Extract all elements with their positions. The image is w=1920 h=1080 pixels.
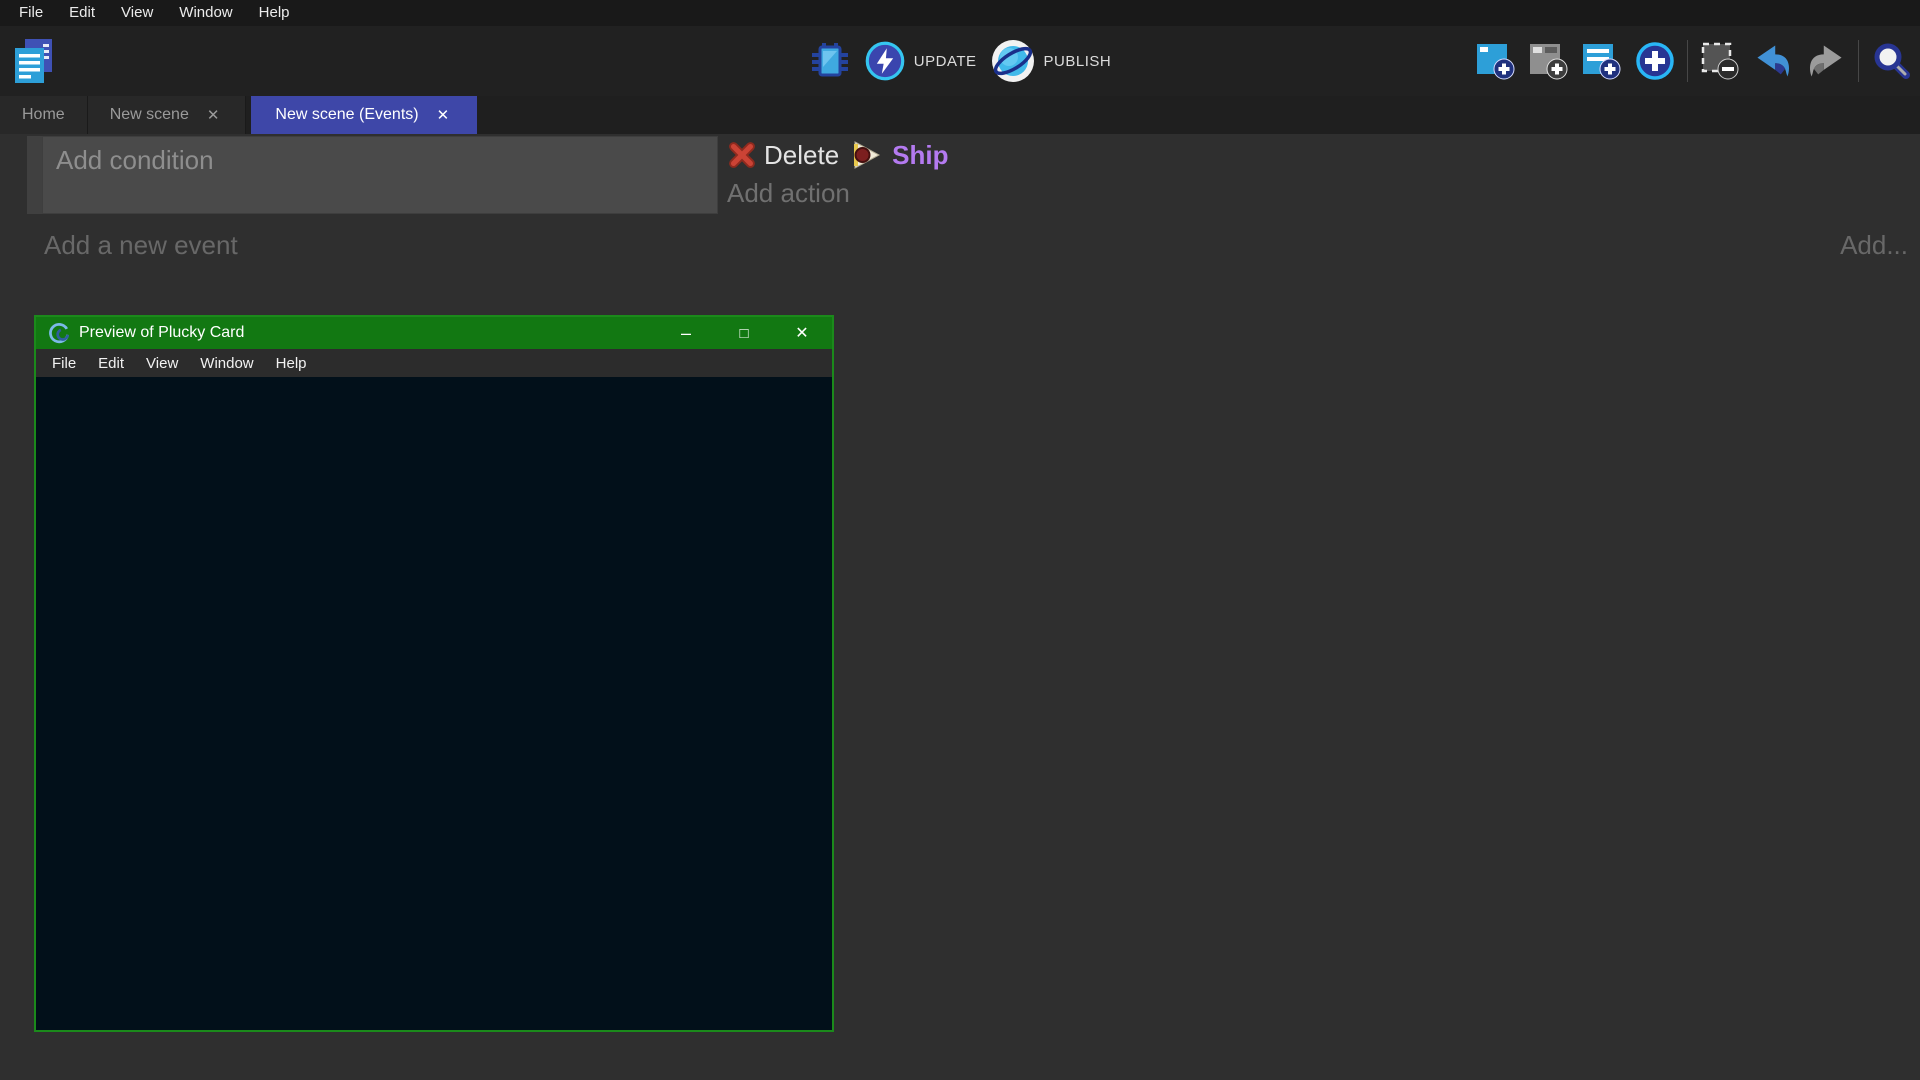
preview-window: Preview of Plucky Card – □ ✕ File Edit V… <box>34 315 834 1032</box>
minimize-button[interactable]: – <box>676 328 696 338</box>
gdevelop-logo-icon <box>48 322 70 344</box>
add-event-button[interactable]: Add... <box>1840 230 1908 261</box>
event-conditions-area[interactable]: Add condition <box>42 136 718 214</box>
preview-menu-window[interactable]: Window <box>189 355 264 372</box>
tab-home-label: Home <box>22 106 65 124</box>
tab-close-icon[interactable]: ✕ <box>433 104 454 126</box>
menu-window[interactable]: Window <box>166 0 245 26</box>
choose-add-event-icon[interactable] <box>1634 40 1676 82</box>
menu-edit[interactable]: Edit <box>56 0 108 26</box>
delete-x-icon <box>727 140 757 170</box>
add-action-placeholder[interactable]: Add action <box>727 178 949 209</box>
event-margin-strip[interactable] <box>27 136 42 214</box>
preview-menu-view[interactable]: View <box>135 355 189 372</box>
tab-close-icon[interactable]: ✕ <box>203 104 224 126</box>
maximize-button[interactable]: □ <box>734 325 754 342</box>
ship-object-thumbnail-icon <box>852 141 882 169</box>
event-actions-area: Delete Ship Add action <box>727 138 949 209</box>
add-event-icon[interactable] <box>1475 40 1517 82</box>
action-object-name: Ship <box>892 140 948 171</box>
tab-new-scene[interactable]: New scene ✕ <box>88 96 247 134</box>
close-button[interactable]: ✕ <box>792 323 812 343</box>
tab-new-scene-events-label: New scene (Events) <box>275 106 418 124</box>
add-condition-placeholder[interactable]: Add condition <box>43 137 717 176</box>
tab-home[interactable]: Home <box>0 96 88 134</box>
add-comment-icon[interactable] <box>1581 40 1623 82</box>
undo-icon[interactable] <box>1752 40 1794 82</box>
toolbar-separator <box>1687 40 1688 82</box>
menu-help[interactable]: Help <box>246 0 303 26</box>
debug-icon[interactable] <box>809 40 851 82</box>
tab-new-scene-events[interactable]: New scene (Events) ✕ <box>251 96 477 134</box>
preview-menubar: File Edit View Window Help <box>36 349 832 377</box>
app-menubar: File Edit View Window Help <box>0 0 1920 26</box>
main-toolbar: UPDATE PUBLISH <box>0 26 1920 96</box>
search-icon[interactable] <box>1870 40 1912 82</box>
preview-menu-edit[interactable]: Edit <box>87 355 135 372</box>
preview-game-canvas[interactable] <box>36 377 832 1028</box>
preview-menu-help[interactable]: Help <box>265 355 318 372</box>
add-new-event-row: Add a new event Add... <box>0 226 1920 266</box>
action-delete-ship[interactable]: Delete Ship <box>727 138 949 172</box>
redo-icon[interactable] <box>1805 40 1847 82</box>
tab-new-scene-label: New scene <box>110 106 189 124</box>
add-subevent-icon[interactable] <box>1528 40 1570 82</box>
preview-menu-file[interactable]: File <box>41 355 87 372</box>
menu-view[interactable]: View <box>108 0 166 26</box>
update-lightning-icon <box>865 41 905 81</box>
publish-button[interactable]: PUBLISH <box>991 39 1112 83</box>
remove-selection-icon[interactable] <box>1699 40 1741 82</box>
preview-titlebar[interactable]: Preview of Plucky Card – □ ✕ <box>36 317 832 349</box>
action-delete-label: Delete <box>764 140 839 171</box>
menu-file[interactable]: File <box>6 0 56 26</box>
update-button[interactable]: UPDATE <box>865 41 977 81</box>
toolbar-separator <box>1858 40 1859 82</box>
preview-window-title: Preview of Plucky Card <box>79 324 244 342</box>
update-label: UPDATE <box>914 53 977 70</box>
publish-label: PUBLISH <box>1044 53 1112 70</box>
editor-tabbar: Home New scene ✕ New scene (Events) ✕ <box>0 96 1920 134</box>
add-new-event-placeholder[interactable]: Add a new event <box>44 230 238 261</box>
publish-planet-icon <box>991 39 1035 83</box>
